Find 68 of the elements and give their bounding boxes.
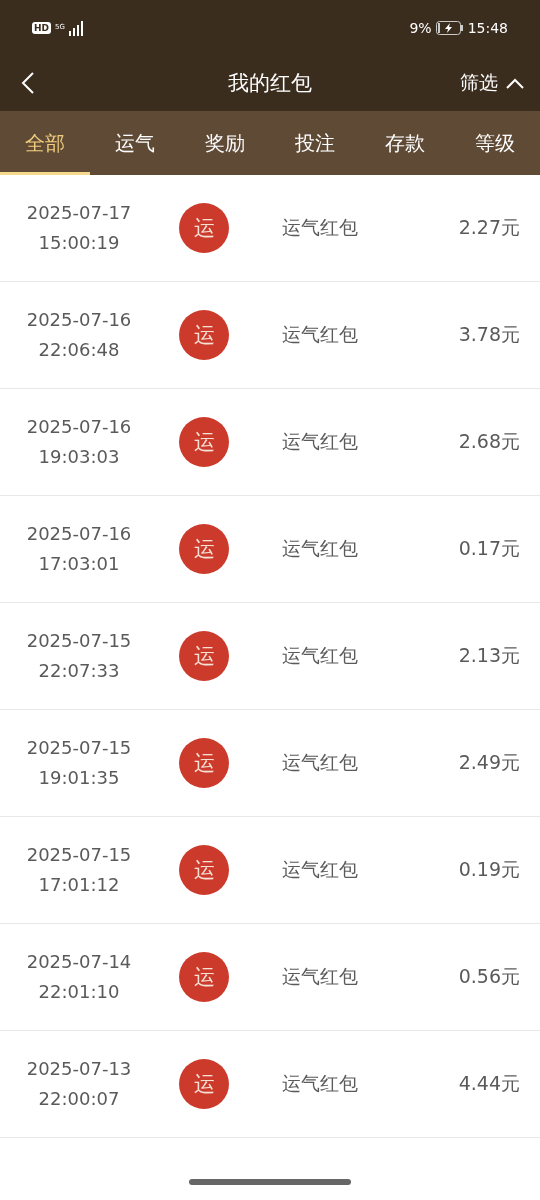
record-type: 运气红包 [282, 429, 358, 454]
tab[interactable]: 存款 [360, 111, 450, 175]
record-date: 2025-07-15 [25, 843, 133, 867]
record-type: 运气红包 [282, 215, 358, 240]
record-time: 19:01:35 [37, 766, 121, 790]
record-row[interactable]: 2025-07-13 22:00:07 运 运气红包 4.44元 [0, 1031, 540, 1138]
signal-icon [68, 19, 85, 36]
record-date: 2025-07-16 [25, 308, 133, 332]
type-badge: 运 [179, 738, 229, 788]
record-amount: 2.49元 [458, 750, 520, 775]
record-amount: 3.78元 [458, 322, 520, 347]
record-type: 运气红包 [282, 643, 358, 668]
record-amount: 2.27元 [458, 215, 520, 240]
type-badge: 运 [179, 952, 229, 1002]
battery-percent: 9% [409, 19, 432, 36]
chevron-up-icon [506, 77, 524, 89]
type-badge: 运 [179, 1059, 229, 1109]
tab[interactable]: 运气 [90, 111, 180, 175]
type-badge: 运 [179, 310, 229, 360]
tab[interactable]: 等级 [450, 111, 540, 175]
record-amount: 0.19元 [458, 857, 520, 882]
record-row[interactable]: 2025-07-15 22:07:33 运 运气红包 2.13元 [0, 603, 540, 710]
record-type: 运气红包 [282, 750, 358, 775]
record-type: 运气红包 [282, 322, 358, 347]
back-icon [20, 71, 36, 95]
record-time: 17:03:01 [37, 552, 121, 576]
clock-time: 15:48 [467, 19, 508, 36]
record-row[interactable]: 2025-07-14 22:01:10 运 运气红包 0.56元 [0, 924, 540, 1031]
record-time: 22:01:10 [37, 980, 121, 1004]
battery-icon [435, 20, 464, 35]
record-time: 15:00:19 [37, 231, 121, 255]
record-date: 2025-07-13 [25, 1057, 133, 1081]
record-amount: 0.17元 [458, 536, 520, 561]
record-time: 19:03:03 [37, 445, 121, 469]
filter-button[interactable]: 筛选 [460, 70, 524, 96]
record-row[interactable]: 2025-07-15 19:01:35 运 运气红包 2.49元 [0, 710, 540, 817]
record-date: 2025-07-16 [25, 415, 133, 439]
type-badge: 运 [179, 524, 229, 574]
record-row[interactable]: 2025-07-16 17:03:01 运 运气红包 0.17元 [0, 496, 540, 603]
hd-badge: HD [32, 21, 51, 34]
record-time: 22:06:48 [37, 338, 121, 362]
tab[interactable]: 投注 [270, 111, 360, 175]
tab[interactable]: 奖励 [180, 111, 270, 175]
record-type: 运气红包 [282, 964, 358, 989]
record-type: 运气红包 [282, 536, 358, 561]
record-time: 22:00:07 [37, 1087, 121, 1111]
record-amount: 4.44元 [458, 1071, 520, 1096]
record-date: 2025-07-15 [25, 629, 133, 653]
record-date: 2025-07-14 [25, 950, 133, 974]
record-time: 17:01:12 [37, 873, 121, 897]
type-badge: 运 [179, 845, 229, 895]
record-date: 2025-07-17 [25, 201, 133, 225]
type-badge: 运 [179, 631, 229, 681]
record-amount: 0.56元 [458, 964, 520, 989]
record-row[interactable]: 2025-07-16 22:06:48 运 运气红包 3.78元 [0, 282, 540, 389]
record-type: 运气红包 [282, 1071, 358, 1096]
record-amount: 2.68元 [458, 429, 520, 454]
record-row[interactable]: 2025-07-15 17:01:12 运 运气红包 0.19元 [0, 817, 540, 924]
record-row[interactable]: 2025-07-16 19:03:03 运 运气红包 2.68元 [0, 389, 540, 496]
type-badge: 运 [179, 417, 229, 467]
record-time: 22:07:33 [37, 659, 121, 683]
record-date: 2025-07-15 [25, 736, 133, 760]
page-title: 我的红包 [228, 70, 312, 97]
type-badge: 运 [179, 203, 229, 253]
record-date: 2025-07-16 [25, 522, 133, 546]
record-amount: 2.13元 [458, 643, 520, 668]
record-row[interactable]: 2025-07-17 15:00:19 运 运气红包 2.27元 [0, 175, 540, 282]
record-type: 运气红包 [282, 857, 358, 882]
